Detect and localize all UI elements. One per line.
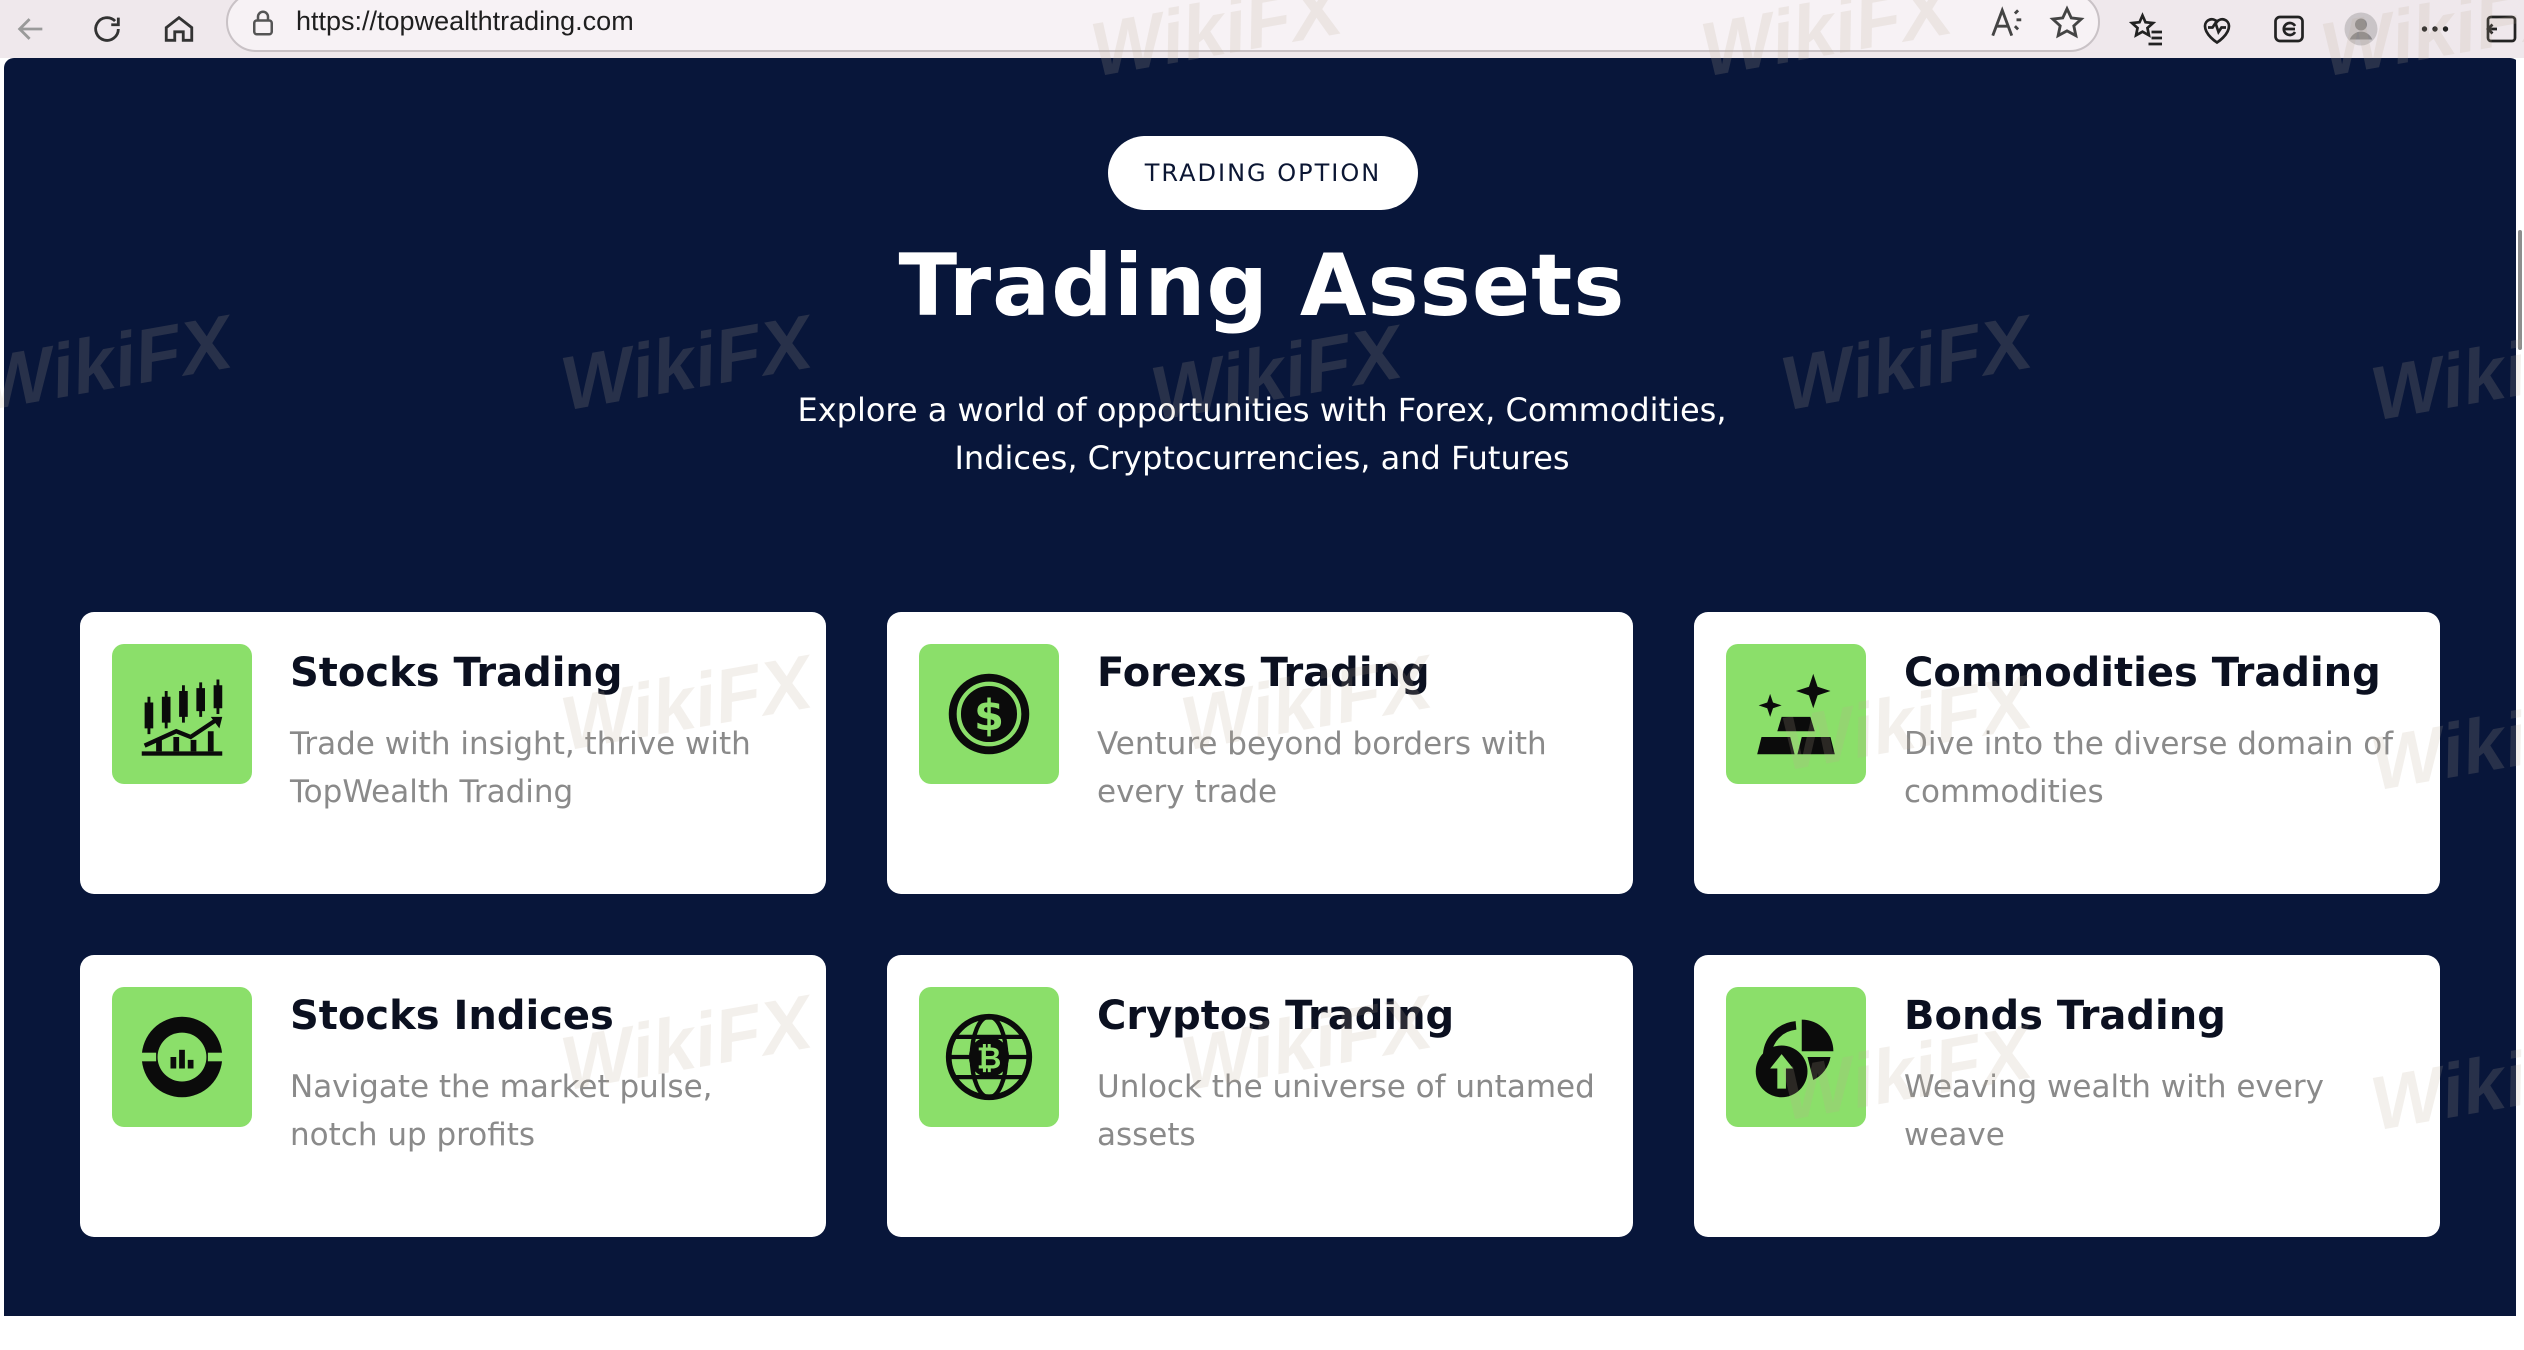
- address-bar[interactable]: https://topwealthtrading.com: [226, 0, 2100, 52]
- url-text[interactable]: https://topwealthtrading.com: [296, 6, 634, 37]
- home-icon[interactable]: [156, 6, 202, 52]
- card-title: Stocks Indices: [290, 993, 614, 1039]
- svg-text:$: $: [974, 691, 1004, 741]
- hero-subtitle-line-1: Explore a world of opportunities with Fo…: [797, 391, 1727, 429]
- card-description: Unlock the universe of untamed assets: [1097, 1069, 1595, 1153]
- sidebar-icon[interactable]: [2480, 8, 2520, 50]
- dollar-coin-icon: $: [919, 644, 1059, 784]
- card-title: Bonds Trading: [1904, 993, 2226, 1039]
- card-description: Weaving wealth with every weave: [1904, 1069, 2324, 1153]
- collections-icon[interactable]: [2268, 8, 2310, 50]
- card-stocks-indices[interactable]: Stocks Indices Navigate the market pulse…: [80, 955, 826, 1237]
- page-below-section: [0, 1316, 2524, 1350]
- bond-growth-icon: [1726, 987, 1866, 1127]
- card-description: Navigate the market pulse, notch up prof…: [290, 1069, 713, 1153]
- card-description: Trade with insight, thrive with TopWealt…: [290, 726, 751, 810]
- more-options-icon[interactable]: [2414, 8, 2456, 50]
- scrollbar-thumb[interactable]: [2518, 230, 2522, 350]
- favorite-star-icon[interactable]: [2048, 4, 2086, 42]
- profile-avatar-icon[interactable]: [2340, 8, 2382, 50]
- svg-text:₿: ₿: [977, 1042, 1002, 1077]
- index-gauge-icon: [112, 987, 252, 1127]
- card-commodities-trading[interactable]: Commodities Trading Dive into the divers…: [1694, 612, 2440, 894]
- hero-subtitle: Explore a world of opportunities with Fo…: [762, 386, 1762, 482]
- lock-icon[interactable]: [248, 8, 278, 38]
- favorites-list-icon[interactable]: [2126, 8, 2168, 50]
- refresh-icon[interactable]: [84, 6, 130, 52]
- stock-chart-icon: [112, 644, 252, 784]
- card-title: Cryptos Trading: [1097, 993, 1455, 1039]
- card-cryptos-trading[interactable]: ₿ Cryptos Trading Unlock the universe of…: [887, 955, 1633, 1237]
- hero-subtitle-line-2: Indices, Cryptocurrencies, and Futures: [954, 439, 1570, 477]
- card-title: Stocks Trading: [290, 650, 623, 696]
- card-bonds-trading[interactable]: Bonds Trading Weaving wealth with every …: [1694, 955, 2440, 1237]
- card-forex-trading[interactable]: $ Forexs Trading Venture beyond borders …: [887, 612, 1633, 894]
- back-icon[interactable]: [8, 6, 54, 52]
- card-description: Venture beyond borders with every trade: [1097, 726, 1547, 810]
- trading-option-badge: TRADING OPTION: [1108, 136, 1418, 210]
- browser-essentials-icon[interactable]: [2196, 8, 2238, 50]
- page-title: Trading Assets: [898, 236, 1626, 336]
- card-title: Forexs Trading: [1097, 650, 1430, 696]
- card-description: Dive into the diverse domain of commodit…: [1904, 726, 2394, 810]
- bitcoin-globe-icon: ₿: [919, 987, 1059, 1127]
- card-title: Commodities Trading: [1904, 650, 2381, 696]
- card-stocks-trading[interactable]: Stocks Trading Trade with insight, thriv…: [80, 612, 826, 894]
- gold-bars-icon: [1726, 644, 1866, 784]
- read-aloud-icon[interactable]: [1988, 4, 2026, 42]
- trading-assets-section: TRADING OPTION Trading Assets Explore a …: [4, 58, 2520, 1316]
- browser-toolbar: https://topwealthtrading.com: [0, 0, 2524, 58]
